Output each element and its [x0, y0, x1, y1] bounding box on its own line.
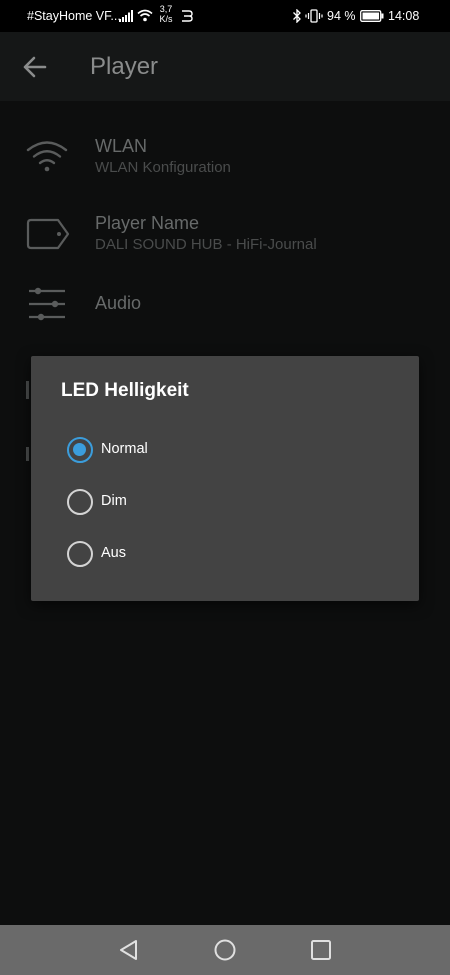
- option-label: Normal: [101, 441, 148, 457]
- signal-icon: [119, 10, 133, 22]
- recents-square-icon[interactable]: [308, 937, 334, 963]
- wifi-icon: [26, 141, 68, 172]
- clock: 14:08: [388, 9, 420, 23]
- option-dim[interactable]: Dim: [67, 487, 387, 517]
- speed-value: 3,7: [159, 4, 173, 14]
- settings-item-wlan[interactable]: WLAN WLAN Konfiguration: [0, 131, 450, 201]
- status-bar: #StayHome VF... 3,7 K/s 94 % 14:08: [0, 0, 450, 32]
- data-saver-icon: [182, 10, 193, 22]
- back-button[interactable]: [18, 52, 52, 82]
- navigation-bar: [0, 925, 450, 975]
- battery-percent: 94 %: [327, 9, 356, 23]
- hidden-item-icon-fragment: [26, 447, 29, 461]
- radio-button[interactable]: [67, 489, 93, 515]
- led-brightness-dialog: LED Helligkeit Normal Dim Aus: [31, 356, 419, 601]
- tag-icon: [26, 218, 70, 250]
- home-circle-icon[interactable]: [212, 937, 238, 963]
- settings-item-audio[interactable]: Audio: [0, 283, 450, 353]
- option-label: Aus: [101, 545, 126, 561]
- wifi-status-icon: [137, 9, 153, 22]
- vibrate-icon: [305, 9, 323, 23]
- app-bar: Player: [0, 32, 450, 101]
- radio-button[interactable]: [67, 541, 93, 567]
- settings-item-subtitle: WLAN Konfiguration: [95, 159, 231, 176]
- option-label: Dim: [101, 493, 127, 509]
- arrow-left-icon: [23, 56, 47, 78]
- speed-unit: K/s: [159, 14, 173, 24]
- settings-item-title: Player Name: [95, 213, 200, 233]
- battery-icon: [360, 10, 384, 22]
- settings-item-title: WLAN: [95, 136, 148, 156]
- carrier-name: #StayHome VF...: [27, 9, 121, 23]
- back-triangle-icon[interactable]: [116, 937, 142, 963]
- hidden-item-icon-fragment: [26, 381, 29, 399]
- page-title: Player: [90, 53, 159, 80]
- bluetooth-icon: [293, 9, 301, 23]
- settings-item-subtitle: DALI SOUND HUB - HiFi-Journal: [95, 236, 317, 253]
- network-speed: 3,7 K/s: [158, 4, 174, 24]
- sliders-icon: [29, 287, 65, 321]
- dialog-title: LED Helligkeit: [61, 380, 189, 401]
- settings-item-title: Audio: [95, 293, 142, 313]
- settings-item-player-name[interactable]: Player Name DALI SOUND HUB - HiFi-Journa…: [0, 208, 450, 278]
- radio-button-checked[interactable]: [67, 437, 93, 463]
- option-aus[interactable]: Aus: [67, 539, 387, 569]
- option-normal[interactable]: Normal: [67, 435, 387, 465]
